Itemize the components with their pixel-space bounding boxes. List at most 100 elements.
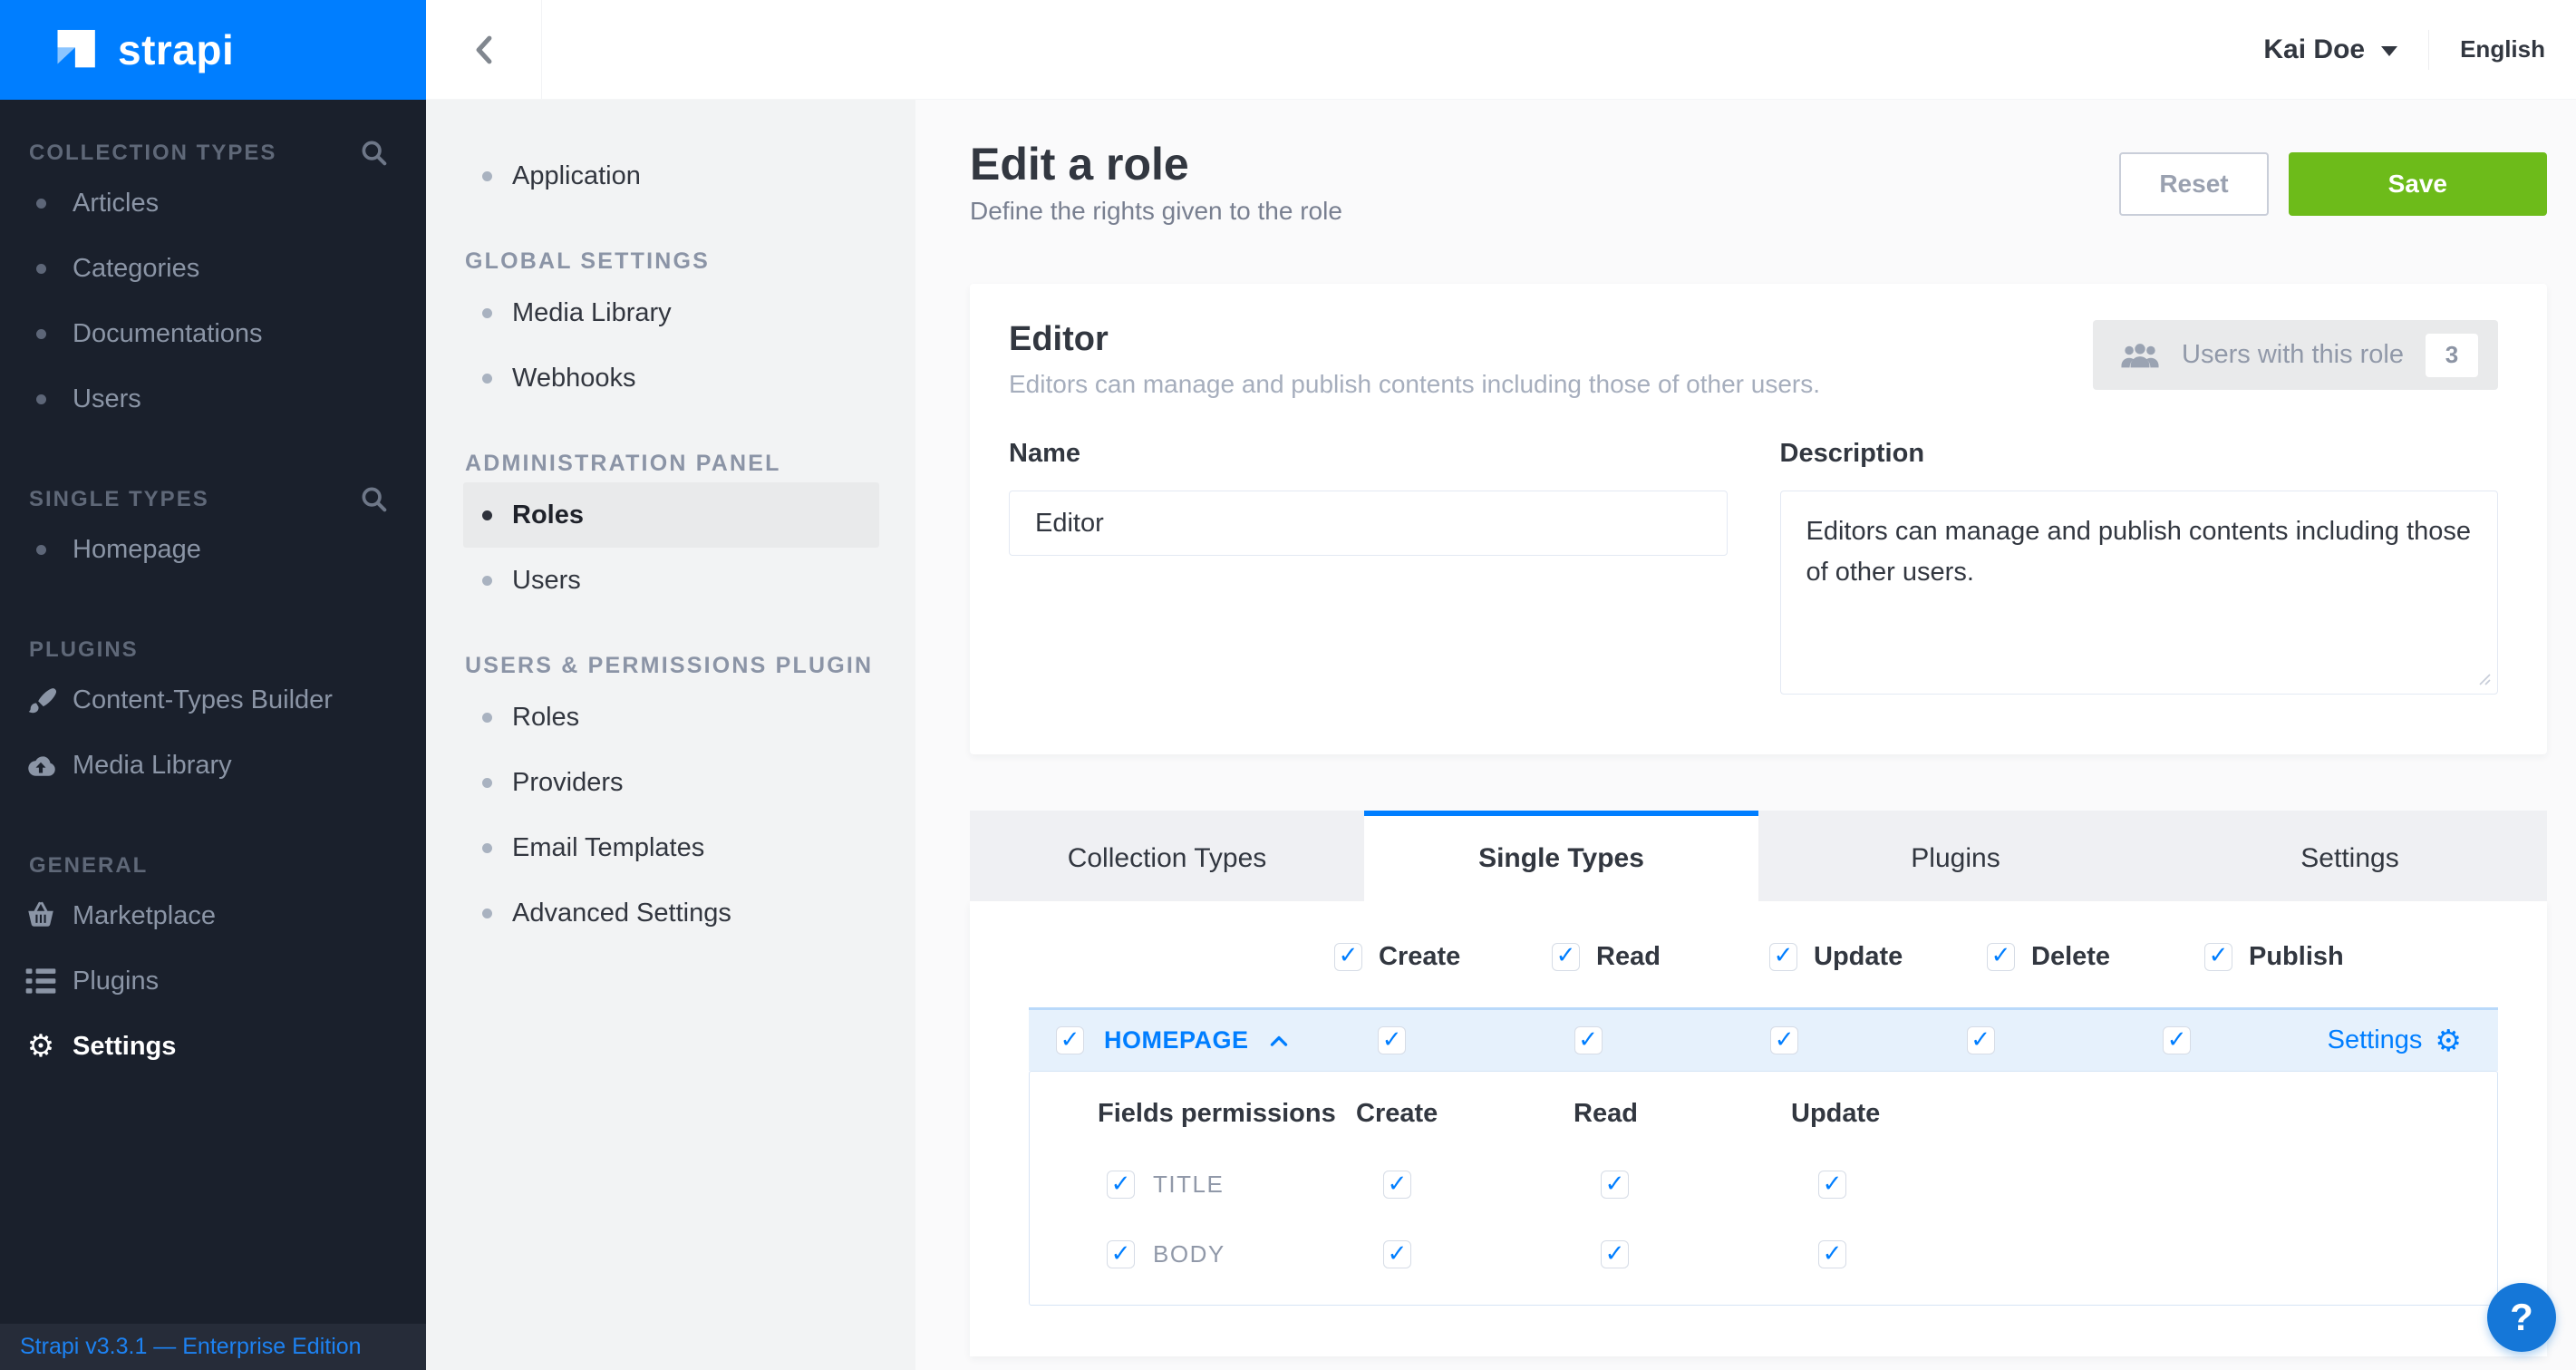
homepage-row: HOMEPAGE Settings ⚙ [1029, 1007, 2498, 1071]
users-with-role-button[interactable]: Users with this role 3 [2093, 320, 2498, 390]
homepage-delete-checkbox[interactable] [1967, 1026, 1995, 1054]
section-label: GENERAL [29, 853, 148, 879]
settings-item-email-templates[interactable]: Email Templates [426, 815, 915, 880]
homepage-read-checkbox[interactable] [1574, 1026, 1603, 1054]
settings-sidebar: Application GLOBAL SETTINGS Media Librar… [426, 100, 915, 1370]
sidebar-section-plugins: PLUGINS Content-Types Builder [25, 633, 390, 798]
strapi-logo[interactable]: strapi [0, 0, 426, 100]
sidebar-section-collection-types: COLLECTION TYPES Articles Categories [25, 136, 390, 432]
bullet-icon [482, 778, 492, 788]
action-label: Create [1379, 942, 1460, 972]
search-icon[interactable] [359, 138, 390, 169]
settings-item-roles[interactable]: Roles [463, 482, 879, 548]
homepage-publish-checkbox[interactable] [2163, 1026, 2191, 1054]
body-field-checkbox[interactable] [1107, 1240, 1135, 1268]
bullet-icon [482, 308, 492, 318]
language-label: English [2460, 35, 2545, 63]
publish-all-checkbox[interactable] [2204, 943, 2232, 971]
settings-item-label: Roles [512, 703, 579, 733]
search-icon[interactable] [359, 484, 390, 515]
sidebar-item-documentations[interactable]: Documentations [25, 301, 390, 366]
settings-item-users[interactable]: Users [426, 548, 915, 613]
settings-item-application[interactable]: Application [426, 143, 915, 209]
sidebar-item-label: Categories [73, 254, 199, 284]
topbar-right: Kai Doe English [2263, 30, 2576, 70]
sidebar-item-users[interactable]: Users [25, 366, 390, 432]
homepage-update-checkbox[interactable] [1770, 1026, 1798, 1054]
action-label: Read [1596, 942, 1661, 972]
read-all-checkbox[interactable] [1552, 943, 1580, 971]
settings-item-advanced-settings[interactable]: Advanced Settings [426, 880, 915, 946]
create-all-checkbox[interactable] [1334, 943, 1362, 971]
help-button[interactable]: ? [2487, 1283, 2556, 1352]
update-all-checkbox[interactable] [1769, 943, 1797, 971]
role-card: Editor Editors can manage and publish co… [970, 284, 2547, 754]
settings-item-media-library[interactable]: Media Library [426, 280, 915, 345]
main-content: Edit a role Define the rights given to t… [915, 100, 2576, 1370]
sidebar-item-content-types-builder[interactable]: Content-Types Builder [25, 667, 390, 733]
homepage-settings-link[interactable]: Settings ⚙ [2328, 1025, 2462, 1055]
bullet-icon [482, 713, 492, 723]
sidebar-item-homepage[interactable]: Homepage [25, 517, 390, 582]
chevron-up-icon[interactable] [1269, 1034, 1289, 1048]
topbar-divider [2428, 30, 2429, 70]
settings-item-label: Media Library [512, 298, 672, 328]
bullet-icon [482, 171, 492, 181]
role-description-textarea[interactable]: Editors can manage and publish contents … [1780, 491, 2499, 695]
sidebar-item-plugins[interactable]: Plugins [25, 948, 390, 1014]
tab-collection-types[interactable]: Collection Types [970, 811, 1364, 901]
sidebar-item-media-library[interactable]: Media Library [25, 733, 390, 798]
homepage-label[interactable]: HOMEPAGE [1104, 1026, 1249, 1054]
body-create-checkbox[interactable] [1383, 1240, 1411, 1268]
bullet-icon [482, 843, 492, 853]
settings-item-up-roles[interactable]: Roles [426, 685, 915, 750]
title-field-checkbox[interactable] [1107, 1171, 1135, 1199]
role-name-input[interactable] [1009, 491, 1728, 556]
section-label: SINGLE TYPES [29, 487, 209, 512]
page-title: Edit a role [970, 140, 1342, 189]
version-link[interactable]: Strapi v3.3.1 — Enterprise Edition [0, 1324, 426, 1370]
sidebar-item-categories[interactable]: Categories [25, 236, 390, 301]
back-button[interactable] [426, 0, 542, 99]
permissions-tabs: Collection Types Single Types Plugins Se… [970, 811, 2547, 901]
fields-permissions-box: Fields permissions Create Read Update TI… [1029, 1071, 2498, 1306]
users-with-role-label: Users with this role [2182, 340, 2404, 370]
action-label: Update [1814, 942, 1903, 972]
settings-gear-icon: ⚙ [2435, 1025, 2462, 1055]
caret-down-icon [2381, 46, 2397, 56]
settings-item-label: Webhooks [512, 364, 636, 394]
homepage-checkbox[interactable] [1056, 1026, 1084, 1054]
sidebar-item-marketplace[interactable]: Marketplace [25, 883, 390, 948]
field-name-label: TITLE [1153, 1171, 1224, 1199]
save-button[interactable]: Save [2289, 152, 2547, 216]
user-menu[interactable]: Kai Doe [2263, 34, 2397, 65]
sidebar-item-articles[interactable]: Articles [25, 170, 390, 236]
bullet-icon [482, 510, 492, 520]
sidebar-item-label: Homepage [73, 535, 201, 565]
settings-item-label: Roles [512, 500, 584, 530]
bullet-icon [36, 264, 46, 274]
bullet-icon [36, 394, 46, 404]
settings-item-providers[interactable]: Providers [426, 750, 915, 815]
title-update-checkbox[interactable] [1818, 1171, 1846, 1199]
sidebar-item-settings[interactable]: ⚙ Settings [25, 1014, 390, 1079]
settings-item-label: Users [512, 566, 581, 596]
delete-all-checkbox[interactable] [1987, 943, 2015, 971]
body-update-checkbox[interactable] [1818, 1240, 1846, 1268]
language-selector[interactable]: English [2460, 35, 2545, 63]
title-create-checkbox[interactable] [1383, 1171, 1411, 1199]
settings-item-label: Application [512, 161, 641, 191]
sidebar-item-label: Content-Types Builder [73, 685, 333, 715]
reset-button[interactable]: Reset [2119, 152, 2268, 216]
column-header-read: Read [1574, 1099, 1791, 1129]
tab-plugins[interactable]: Plugins [1758, 811, 2153, 901]
title-read-checkbox[interactable] [1601, 1171, 1629, 1199]
users-count-badge: 3 [2426, 334, 2478, 377]
homepage-create-checkbox[interactable] [1378, 1026, 1406, 1054]
sidebar-item-label: Users [73, 384, 141, 414]
settings-item-webhooks[interactable]: Webhooks [426, 345, 915, 411]
body-read-checkbox[interactable] [1601, 1240, 1629, 1268]
tab-settings[interactable]: Settings [2153, 811, 2547, 901]
list-icon [25, 967, 56, 995]
tab-single-types[interactable]: Single Types [1364, 811, 1758, 901]
